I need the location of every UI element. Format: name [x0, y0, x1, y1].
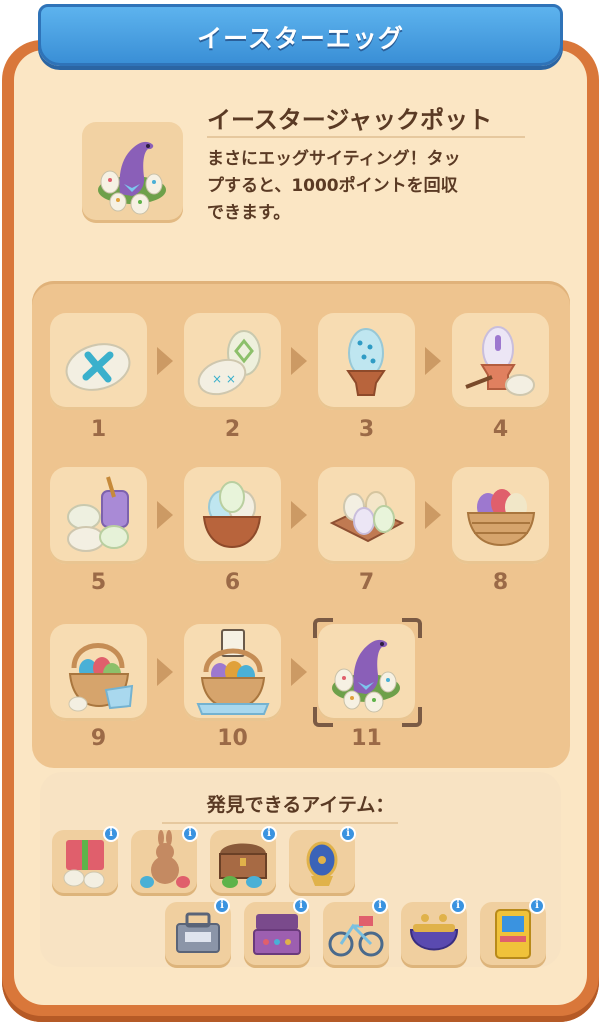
chain-step-8[interactable]: [452, 467, 549, 564]
chain-step-4[interactable]: [452, 313, 549, 410]
chain-arrow-icon: [425, 347, 441, 375]
chain-step-10[interactable]: [184, 624, 281, 721]
jackpot-title-divider: [207, 136, 525, 138]
discoverable-items-divider: [162, 822, 398, 824]
chain-step-number: 8: [492, 570, 509, 595]
blue-cross-egg-icon: [65, 343, 131, 391]
chain-step-number: 1: [90, 417, 107, 442]
chain-arrow-icon: [157, 658, 173, 686]
discoverable-items-title: 発見できるアイテム：: [206, 794, 395, 816]
info-icon[interactable]: i: [214, 898, 230, 914]
chain-arrow-icon: [157, 347, 173, 375]
easter-jackpot-dino-icon: [98, 141, 166, 215]
selection-corner: [313, 707, 333, 727]
jackpot-item-tile[interactable]: [82, 122, 183, 223]
chain-step-5[interactable]: [50, 467, 147, 564]
info-icon[interactable]: i: [372, 898, 388, 914]
chain-step-1[interactable]: [50, 313, 147, 410]
chain-step-number: 4: [492, 417, 509, 442]
tall-egg-basket-icon: [68, 643, 134, 712]
chain-step-number: 3: [358, 417, 375, 442]
info-icon[interactable]: i: [450, 898, 466, 914]
chain-step-number: 9: [90, 726, 107, 751]
selection-corner: [313, 618, 333, 638]
selection-corner: [402, 618, 422, 638]
chain-step-number: 5: [90, 570, 107, 595]
chain-step-2[interactable]: × ×: [184, 313, 281, 410]
jackpot-title: イースタージャックポット: [207, 106, 493, 134]
decorated-basket-icon: [196, 629, 270, 715]
jackpot-description: まさにエッグサイティング！タッ プすると、1000ポイントを回収 できます。: [207, 146, 542, 227]
info-icon[interactable]: i: [340, 826, 356, 842]
selection-corner: [402, 707, 422, 727]
chain-step-number: 11: [351, 726, 382, 751]
info-icon[interactable]: i: [261, 826, 277, 842]
chain-arrow-icon: [291, 501, 307, 529]
chain-step-number: 10: [217, 726, 248, 751]
title-banner: イースターエッグ: [38, 4, 563, 66]
svg-text:× ×: × ×: [212, 372, 236, 386]
chain-arrow-icon: [291, 658, 307, 686]
egg-tray-icon: [329, 491, 405, 543]
paint-jar-eggs-icon: [67, 476, 129, 552]
popup-title: イースターエッグ: [197, 24, 404, 53]
info-icon[interactable]: i: [182, 826, 198, 842]
info-icon[interactable]: i: [293, 898, 309, 914]
chain-step-number: 7: [358, 570, 375, 595]
info-icon[interactable]: i: [529, 898, 545, 914]
jackpot-description-line: プすると、1000ポイントを回収: [207, 176, 458, 196]
chain-arrow-icon: [157, 501, 173, 529]
info-icon[interactable]: i: [103, 826, 119, 842]
egg-in-cup-icon: [346, 328, 386, 396]
chain-step-number: 6: [224, 570, 241, 595]
egg-basket-icon: [466, 489, 536, 547]
chain-step-6[interactable]: [184, 467, 281, 564]
chain-arrow-icon: [425, 501, 441, 529]
chain-step-3[interactable]: [318, 313, 415, 410]
jackpot-description-line: できます。: [207, 203, 291, 223]
chain-step-7[interactable]: [318, 467, 415, 564]
bowl-of-eggs-icon: [202, 481, 262, 549]
chain-step-9[interactable]: [50, 624, 147, 721]
two-decorated-eggs-icon: × ×: [197, 330, 261, 396]
jackpot-description-line: まさにエッグサイティング！タッ: [207, 149, 461, 169]
chain-arrow-icon: [291, 347, 307, 375]
chain-step-number: 2: [224, 417, 241, 442]
egg-cup-with-brush-icon: [465, 326, 535, 396]
